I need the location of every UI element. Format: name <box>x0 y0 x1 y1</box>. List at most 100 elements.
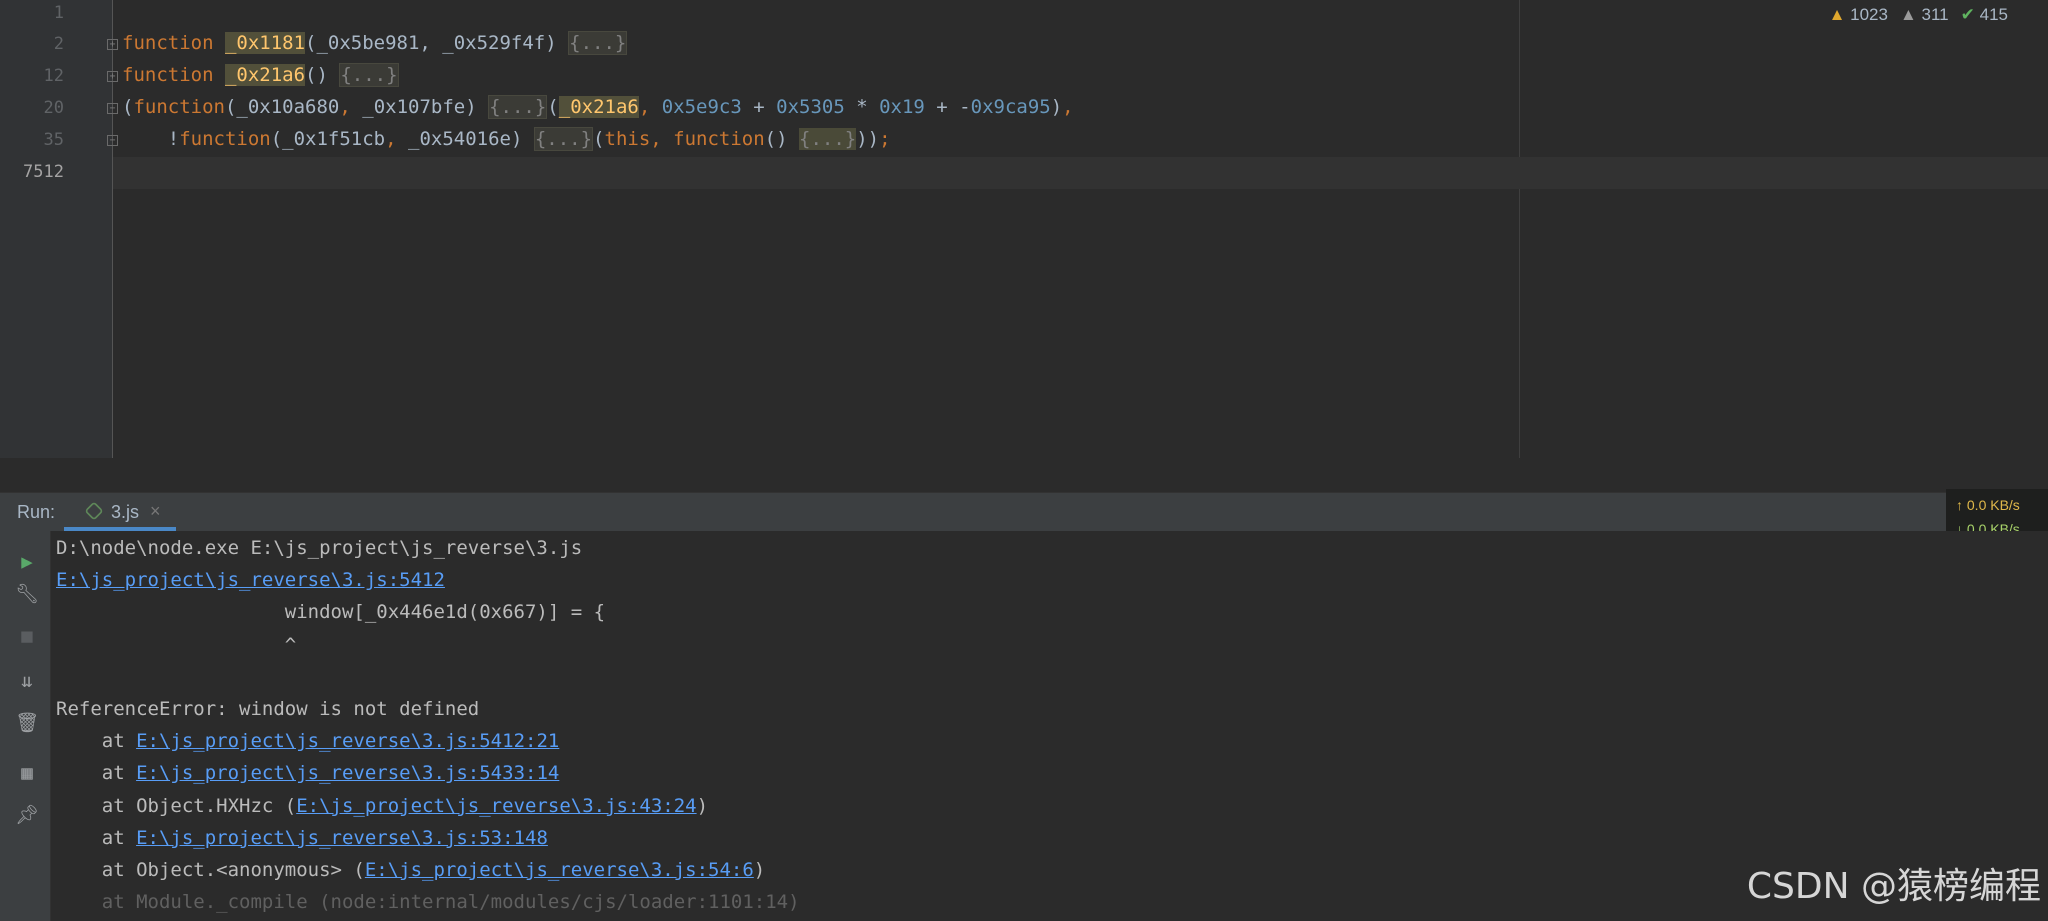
console-file-link[interactable]: E:\js_project\js_reverse\3.js:53:148 <box>136 827 548 849</box>
console-text: at Object.<anonymous> ( <box>56 859 365 881</box>
code-token: ( <box>122 96 134 118</box>
console-text: at Object.HXHzc ( <box>56 794 297 817</box>
console-text: ^ <box>56 633 297 656</box>
console-text: ) <box>696 794 709 817</box>
folded-block[interactable]: {...} <box>339 63 399 87</box>
console-text: at <box>56 826 137 849</box>
code-token: function <box>122 32 225 54</box>
folded-block[interactable]: {...} <box>488 95 548 119</box>
console-file-link[interactable]: E:\js_project\js_reverse\3.js:5412 <box>56 569 445 591</box>
code-token: + - <box>924 96 971 118</box>
warning-icon: ▲ <box>1828 5 1846 24</box>
console-text: at Module._compile (node:internal/module… <box>56 891 800 914</box>
folded-block[interactable]: {...} <box>568 31 628 55</box>
line-number: 1 <box>53 3 64 23</box>
upload-speed: ↑ 0.0 KB/s <box>1956 497 2020 513</box>
code-token: _0x1181 <box>224 32 306 54</box>
line-number: 12 <box>43 66 64 86</box>
run-label: Run: <box>17 502 56 522</box>
code-line[interactable]: (function(_0x10a680, _0x107bfe) {...}(_0… <box>122 95 1074 119</box>
console-line: at Module._compile (node:internal/module… <box>56 891 800 913</box>
line-number-current: 7512 <box>23 162 64 182</box>
code-token: ( <box>593 128 605 150</box>
folded-block[interactable]: {...} <box>799 128 857 150</box>
console-line: ^ <box>56 634 296 656</box>
console-text: at <box>56 730 137 753</box>
weak-warning-count[interactable]: ▲ 311 <box>1900 5 1949 25</box>
code-token: _0x54016e) <box>408 128 534 150</box>
code-token: + <box>741 96 777 118</box>
code-token: ) <box>1050 96 1063 118</box>
code-token: , <box>638 96 662 118</box>
code-token: 0x5305 <box>776 96 845 118</box>
code-token: this <box>604 128 651 150</box>
code-token: , <box>385 128 408 150</box>
fold-collapse-icon[interactable]: − <box>107 103 118 114</box>
console-text: ReferenceError: window is not defined <box>56 698 480 720</box>
rerun-icon[interactable]: ▶ <box>15 550 39 574</box>
console-file-link[interactable]: E:\js_project\js_reverse\3.js:5433:14 <box>136 762 559 784</box>
console-line: at E:\js_project\js_reverse\3.js:53:148 <box>56 827 548 849</box>
code-token: , <box>650 128 674 150</box>
close-icon[interactable]: × <box>150 501 161 522</box>
pin-icon[interactable]: 📌︎ <box>15 803 39 827</box>
console-file-link[interactable]: E:\js_project\js_reverse\3.js:54:6 <box>365 859 754 881</box>
run-tab-title: 3.js <box>111 502 140 522</box>
nodejs-icon <box>84 501 104 521</box>
console-line: at Object.<anonymous> (E:\js_project\js_… <box>56 859 766 881</box>
current-line-highlight <box>113 157 2048 189</box>
run-tab-3js[interactable]: 3.js × <box>64 493 176 531</box>
inspection-widget[interactable]: ▲ 1023 ▲ 311 ✔ 415 <box>1829 5 2008 25</box>
code-token: , <box>1062 96 1074 118</box>
trash-icon[interactable]: 🗑︎ <box>15 711 39 735</box>
warning-count[interactable]: ▲ 1023 <box>1829 5 1888 25</box>
code-token: 0x19 <box>879 96 925 118</box>
code-line[interactable]: !function(_0x1f51cb, _0x54016e) {...}(th… <box>122 127 891 151</box>
console-line: at E:\js_project\js_reverse\3.js:5433:14 <box>56 762 560 784</box>
fold-end-icon[interactable]: − <box>107 135 118 146</box>
console-line: ReferenceError: window is not defined <box>56 698 479 720</box>
check-icon: ✔ <box>1960 5 1975 24</box>
scroll-to-end-icon[interactable]: ⇊ <box>15 669 39 693</box>
line-number: 2 <box>53 34 64 54</box>
code-token: ; <box>879 128 891 150</box>
wrench-icon[interactable]: 🔧︎ <box>15 582 39 606</box>
console-line: D:\node\node.exe E:\js_project\js_revers… <box>56 537 582 559</box>
typo-count[interactable]: ✔ 415 <box>1961 5 2008 25</box>
code-token: 0x9ca95 <box>970 96 1051 118</box>
run-toolbar: ▶ 🔧︎ ■ ⇊ 🗑︎ ▦ 📌︎ <box>0 531 51 921</box>
fold-expand-icon[interactable]: + <box>107 71 118 82</box>
folded-block[interactable]: {...} <box>533 127 594 151</box>
code-token: function <box>122 64 225 86</box>
console-line: E:\js_project\js_reverse\3.js:5412 <box>56 569 445 591</box>
code-token: (_0x1f51cb <box>270 128 386 150</box>
code-token: _0x21a6 <box>558 96 639 118</box>
weak-warning-icon: ▲ <box>1899 5 1917 24</box>
watermark: CSDN @猿榜编程 <box>1746 866 2041 907</box>
code-token: function <box>179 128 271 150</box>
code-token: (_0x5be981, _0x529f4f) <box>305 32 569 54</box>
code-token: )) <box>856 128 880 150</box>
code-token: ! <box>122 128 180 150</box>
fold-expand-icon[interactable]: + <box>107 39 118 50</box>
code-line[interactable]: function _0x21a6() {...} <box>122 63 399 87</box>
code-editor[interactable]: 1 2 12 20 35 7512 + + − − function _0x11… <box>0 0 2048 492</box>
code-token: * <box>844 96 880 118</box>
console-line: at E:\js_project\js_reverse\3.js:5412:21 <box>56 730 560 753</box>
code-token: () <box>305 64 340 86</box>
code-token: _0x21a6 <box>224 64 306 86</box>
line-number: 20 <box>43 98 64 118</box>
console-file-link[interactable]: E:\js_project\js_reverse\3.js:5412:21 <box>136 730 559 752</box>
code-line[interactable]: function _0x1181(_0x5be981, _0x529f4f) {… <box>122 31 628 55</box>
code-token: , <box>339 96 363 118</box>
console-line: at Object.HXHzc (E:\js_project\js_revers… <box>56 795 708 817</box>
code-token: ( <box>547 96 559 118</box>
console-file-link[interactable]: E:\js_project\js_reverse\3.js:43:24 <box>296 795 696 817</box>
stop-icon[interactable]: ■ <box>15 624 39 648</box>
line-number-gutter[interactable]: 1 2 12 20 35 7512 + + − − <box>8 0 118 458</box>
code-token: () <box>764 128 799 150</box>
layout-icon[interactable]: ▦ <box>15 761 39 785</box>
console-text: ) <box>753 859 766 881</box>
console-text: D:\node\node.exe E:\js_project\js_revers… <box>56 537 583 559</box>
code-token: _0x107bfe) <box>362 96 489 118</box>
